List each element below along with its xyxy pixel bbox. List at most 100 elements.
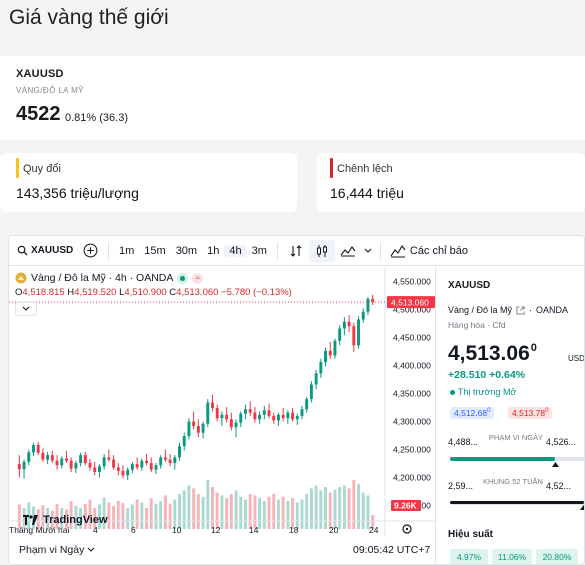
volume-bar <box>149 498 153 529</box>
volume-bar <box>272 494 276 529</box>
chart-style-button[interactable] <box>335 245 361 257</box>
candle-body <box>102 457 106 467</box>
candle-body <box>239 413 243 423</box>
volume-bar <box>361 492 365 529</box>
candle-body <box>338 328 342 341</box>
volume-bar <box>126 508 130 529</box>
symbol-search[interactable]: XAUUSD <box>9 245 77 256</box>
legend-collapse-button[interactable] <box>15 302 37 316</box>
x-tick-label: 12 <box>211 525 221 535</box>
volume-bar <box>178 494 181 529</box>
candle-body <box>121 470 125 476</box>
details-symbol[interactable]: XAUUSD <box>448 280 490 291</box>
ohlc-high: 4,519.520 <box>74 287 117 298</box>
candle-body <box>305 399 309 410</box>
volume-bar <box>324 487 327 529</box>
details-price-sup: 0 <box>530 342 537 354</box>
quote-symbol: XAUUSD <box>16 68 64 80</box>
day-range-label: PHẠM VI NGÀY <box>488 433 544 442</box>
candle-body <box>97 466 101 472</box>
y-tick-label: 4,250.000 <box>393 445 431 455</box>
candle-body <box>93 467 97 472</box>
price-chart[interactable]: 4,550.000 4,500.000 4,450.000 4,400.000 4,35… <box>9 267 435 537</box>
toolbar-symbol: XAUUSD <box>31 245 74 256</box>
ask-sup: 0 <box>545 408 549 415</box>
candle-body <box>206 402 210 424</box>
range-label: Phạm vi Ngày <box>19 544 85 556</box>
candle-body <box>116 467 120 471</box>
candle-body <box>272 415 276 421</box>
settings-gear-icon <box>405 527 409 531</box>
candle-body <box>36 445 40 453</box>
candle-body <box>319 362 323 374</box>
external-link-icon[interactable] <box>516 305 525 315</box>
volume-bar <box>201 496 205 529</box>
quote-change: 0.81% (36.3) <box>65 112 128 124</box>
candle-body <box>74 462 78 469</box>
y-tick-label: 4,450.000 <box>393 332 431 342</box>
volume-bar <box>357 484 360 529</box>
interval-4h[interactable]: 4h <box>224 244 247 257</box>
volume-bar <box>145 508 148 529</box>
tradingview-logo[interactable]: TradingView <box>23 514 108 526</box>
y-tick-label: 4,550.000 <box>393 276 431 286</box>
market-open-icon <box>177 272 189 284</box>
candle-body <box>187 421 191 437</box>
interval-1h[interactable]: 1h <box>202 245 224 257</box>
area-chart-icon <box>340 245 356 256</box>
candle-body <box>168 459 172 463</box>
chart-legend-title: Vàng / Đô la Mỹ · 4h · OANDA <box>31 272 174 284</box>
candle-body <box>248 409 252 413</box>
x-tick-label: 18 <box>289 525 299 535</box>
volume-bar <box>206 480 210 529</box>
candle-body <box>201 423 205 433</box>
volume-bar <box>121 503 125 529</box>
candle-body <box>126 469 130 476</box>
volume-bar <box>248 494 252 529</box>
volume-bar <box>281 496 285 529</box>
candle-body <box>262 410 266 415</box>
chevron-down-icon <box>364 248 372 253</box>
market-status-text: Thị trường Mở <box>458 387 517 397</box>
candle-body <box>309 384 313 400</box>
w52-range-label: KHUNG 52 TUẦN <box>483 477 543 486</box>
candle-body <box>83 455 87 463</box>
indicators-icon <box>390 244 406 257</box>
volume-bar <box>239 496 243 529</box>
candles-type-button[interactable] <box>308 239 335 262</box>
data-delay-icon: ≈ <box>192 272 204 284</box>
ohlc-open: 4,518.815 <box>22 287 65 298</box>
candle-body <box>324 350 327 363</box>
performance-1: 4.97% <box>450 549 488 564</box>
interval-15m[interactable]: 15m <box>139 245 170 257</box>
candle-body <box>65 458 68 461</box>
indicators-button[interactable]: Các chỉ báo <box>386 244 468 258</box>
interval-1m[interactable]: 1m <box>114 245 139 257</box>
candle-body <box>352 326 356 346</box>
red-marker <box>330 158 333 178</box>
candle-body <box>258 414 262 420</box>
chart-style-dropdown[interactable] <box>361 248 375 254</box>
performance-title: Hiệu suất <box>448 529 494 540</box>
chart-bottom-bar: Phạm vi Ngày 09:05:42 UTC+7 <box>9 537 435 564</box>
interval-30m[interactable]: 30m <box>171 245 202 257</box>
day-range-low: 4,488... <box>448 437 479 447</box>
candle-body <box>347 321 351 327</box>
ohlc-close: 4,513.060 <box>176 287 219 298</box>
toolbar-divider <box>108 241 109 260</box>
interval-3m[interactable]: 3m <box>247 245 272 257</box>
volume-bar <box>352 480 356 529</box>
bar-replay-button[interactable] <box>283 244 309 258</box>
x-tick-label: 14 <box>249 525 259 535</box>
volume-bar <box>258 498 262 529</box>
range-dropdown[interactable]: Phạm vi Ngày <box>19 544 95 556</box>
compare-button[interactable] <box>77 243 103 258</box>
y-tick-label: 4,400.000 <box>393 360 431 370</box>
candlestick-chart[interactable]: 4,550.0004,500.0004,450.0004,400.0004,35… <box>9 267 435 537</box>
difference-label: Chênh lệch <box>337 163 393 175</box>
candle-body <box>333 340 337 356</box>
candle-body <box>328 350 332 356</box>
x-tick-label: 24 <box>369 525 379 535</box>
volume-bar <box>342 485 346 529</box>
candle-body <box>225 414 229 420</box>
